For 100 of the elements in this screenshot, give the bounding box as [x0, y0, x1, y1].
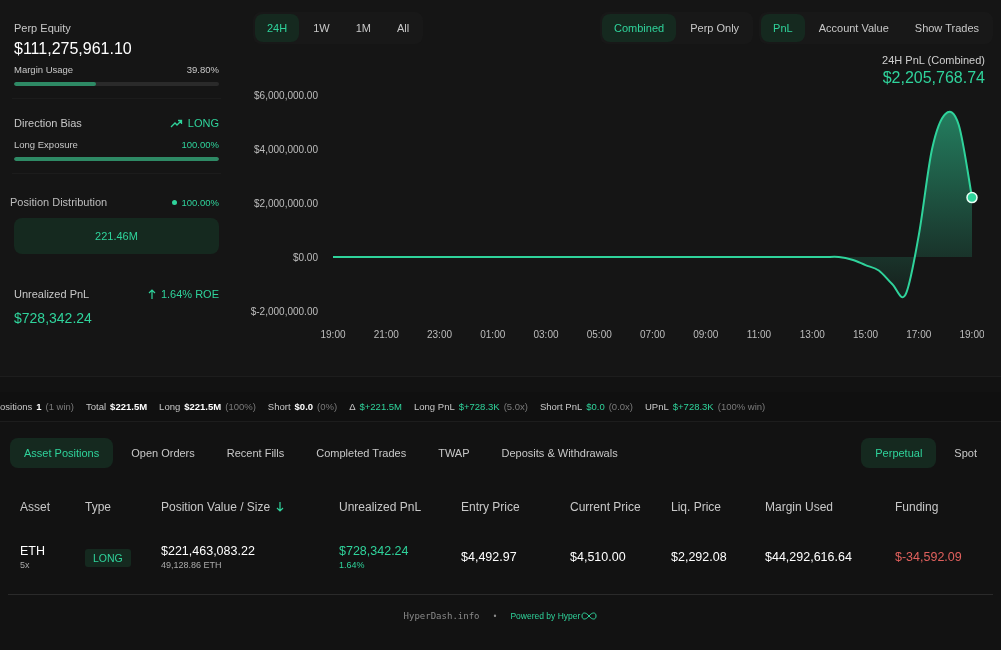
- funding-value: $-34,592.09: [895, 550, 963, 564]
- y-axis-label: $-2,000,000.00: [250, 306, 318, 317]
- powered-by-text: Powered by Hyper: [510, 611, 581, 621]
- y-axis-label: $0.00: [292, 252, 318, 263]
- tab[interactable]: Completed Trades: [302, 438, 421, 468]
- sort-arrow-icon[interactable]: [276, 502, 285, 512]
- tab[interactable]: Recent Fills: [212, 438, 299, 468]
- entry-price: $4,492.97: [461, 550, 518, 564]
- stat-value: 1: [36, 401, 42, 412]
- pnl-label: Unrealized PnL: [14, 288, 90, 300]
- distribution-bar: 221.46M: [14, 218, 219, 254]
- status-dot: [172, 199, 178, 205]
- column-header: Liq. Price: [671, 500, 723, 514]
- stat-note: (100% win): [717, 401, 766, 412]
- stat-value: $221.5M: [110, 401, 148, 412]
- leverage-label: 5x: [20, 560, 31, 570]
- column-header: Unrealized PnL: [339, 500, 423, 514]
- stat-label: Short PnL: [539, 401, 583, 412]
- footer-separator: •: [493, 611, 497, 621]
- equity-value: $111,275,961.10: [14, 40, 133, 58]
- column-header: Funding: [895, 500, 940, 514]
- equity-label: Perp Equity: [14, 22, 72, 34]
- stat-note: (5.0x): [503, 401, 528, 412]
- footer-site: HyperDash.info: [403, 611, 480, 621]
- tab[interactable]: Deposits & Withdrawals: [487, 438, 632, 468]
- x-axis-label: 19:00: [959, 329, 984, 340]
- x-axis-label: 17:00: [906, 329, 932, 340]
- tab[interactable]: Perpetual: [861, 438, 937, 468]
- stat-value: $0.0: [586, 401, 605, 412]
- tab[interactable]: 1M: [343, 14, 383, 42]
- stat-label: Long PnL: [414, 401, 455, 412]
- stat-note: (0.0x): [608, 401, 633, 412]
- liquidation-price: $2,292.08: [671, 550, 728, 564]
- stat-value: $+728.3K: [672, 401, 714, 412]
- stat-value: $+221.5M: [359, 401, 402, 412]
- x-axis-label: 15:00: [853, 329, 878, 340]
- unrealized-pnl: $728,342.24: [339, 544, 410, 558]
- stat-label: UPnL: [645, 401, 669, 412]
- tab[interactable]: Account Value: [806, 14, 901, 42]
- margin-used: $44,292,616.64: [765, 550, 853, 564]
- tab[interactable]: PnL: [761, 14, 805, 42]
- pnl-value: $728,342.24: [14, 310, 93, 326]
- column-header[interactable]: Position Value / Size: [161, 500, 339, 514]
- tab[interactable]: Combined: [602, 14, 677, 42]
- tab[interactable]: Asset Positions: [10, 438, 114, 468]
- column-header: Current Price: [570, 500, 642, 514]
- bias-value: LONG: [187, 117, 219, 129]
- tab[interactable]: Spot: [940, 438, 991, 468]
- tab[interactable]: TWAP: [424, 438, 484, 468]
- trend-up-icon: [169, 118, 183, 128]
- position-size: 49,128.86 ETH: [161, 560, 223, 570]
- distribution-reading: 100.00%: [181, 196, 219, 208]
- stat-value: $0.0: [294, 401, 314, 412]
- x-axis-label: 11:00: [746, 329, 772, 340]
- tab[interactable]: 24H: [255, 14, 300, 42]
- pnl-percent: 1.64%: [339, 560, 366, 570]
- tab[interactable]: 1W: [301, 14, 342, 42]
- chart-summary-label: 24H PnL (Combined): [882, 54, 985, 66]
- column-header: Type: [85, 500, 112, 514]
- x-axis-label: 03:00: [533, 329, 559, 340]
- x-axis-label: 23:00: [427, 329, 452, 340]
- logo-icon: [581, 612, 598, 620]
- stat-note: (0%): [317, 401, 338, 412]
- long-exposure-reading: 100.00%: [181, 139, 219, 150]
- tab[interactable]: Perp Only: [678, 14, 752, 42]
- stat-label: Δ: [349, 401, 356, 412]
- stat-label: Total: [86, 401, 107, 412]
- tab[interactable]: Show Trades: [902, 14, 991, 42]
- stat-label: ositions: [0, 401, 33, 412]
- chart-summary-value: $2,205,768.74: [882, 69, 985, 87]
- asset-name: ETH: [20, 544, 46, 558]
- stat-value: $+728.3K: [458, 401, 500, 412]
- stat-value: $221.5M: [184, 401, 222, 412]
- x-axis-label: 01:00: [480, 329, 506, 340]
- stat-label: Short: [267, 401, 291, 412]
- current-price: $4,510.00: [570, 550, 627, 564]
- column-header: Asset: [20, 500, 51, 514]
- x-axis-label: 13:00: [799, 329, 825, 340]
- margin-usage-label: Margin Usage: [14, 64, 74, 75]
- y-axis-label: $2,000,000.00: [254, 198, 318, 209]
- stat-note: (1 win): [45, 401, 75, 412]
- y-axis-label: $6,000,000.00: [254, 90, 318, 101]
- tab[interactable]: Open Orders: [117, 438, 209, 468]
- x-axis-label: 05:00: [586, 329, 612, 340]
- column-header: Margin Used: [765, 500, 835, 514]
- bias-label: Direction Bias: [14, 117, 82, 129]
- x-axis-label: 19:00: [320, 329, 346, 340]
- x-axis-label: 07:00: [640, 329, 665, 340]
- roe-value: 1.64% ROE: [160, 288, 219, 300]
- position-value: $221,463,083.22: [161, 544, 256, 558]
- distribution-label: Position Distribution: [10, 196, 108, 208]
- stat-label: Long: [159, 401, 181, 412]
- long-exposure-label: Long Exposure: [14, 139, 78, 150]
- tab[interactable]: All: [384, 14, 422, 42]
- x-axis-label: 09:00: [693, 329, 719, 340]
- position-type-badge: LONG: [85, 548, 131, 567]
- stat-note: (100%): [225, 401, 256, 412]
- column-header: Entry Price: [461, 500, 521, 514]
- x-axis-label: 21:00: [373, 329, 399, 340]
- y-axis-label: $4,000,000.00: [254, 144, 318, 155]
